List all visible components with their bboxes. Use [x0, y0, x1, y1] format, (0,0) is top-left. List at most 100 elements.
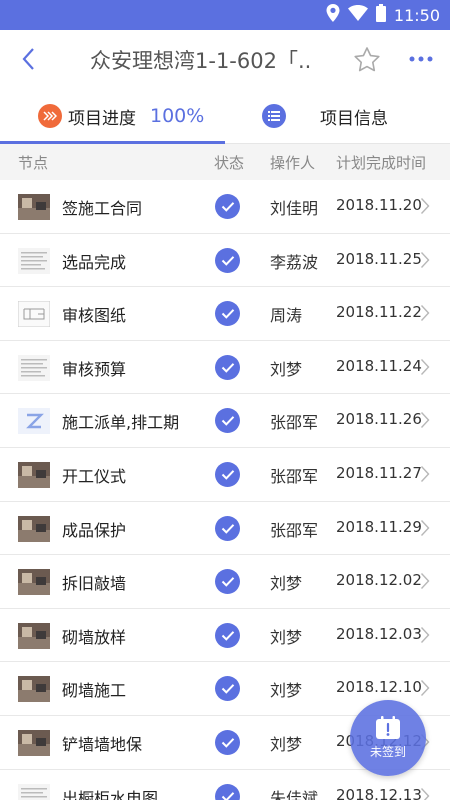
planned-date: 2018.11.25: [336, 249, 422, 268]
node-thumbnail: [18, 247, 50, 274]
planned-date: 2018.12.03: [336, 624, 422, 643]
node-name: 砌墙施工: [62, 681, 127, 701]
check-icon: [215, 515, 240, 541]
operator-name: 朱佳斌: [270, 788, 319, 800]
operator-name: 刘佳明: [270, 199, 319, 218]
progress-percent: 100%: [150, 105, 205, 127]
header-planned-time: 计划完成时间: [336, 154, 427, 172]
planned-date: 2018.11.22: [336, 303, 422, 322]
planned-date: 2018.11.24: [336, 356, 422, 375]
node-name: 开工仪式: [62, 467, 127, 486]
checkin-button[interactable]: 未签到: [350, 700, 426, 776]
planned-date: 2018.12.10: [336, 678, 422, 697]
node-thumbnail: [18, 408, 50, 435]
operator-name: 张邵军: [270, 413, 319, 433]
tab-bar: 项目进度 100% 项目信息: [0, 88, 450, 144]
back-button[interactable]: [10, 42, 46, 76]
table-header: 节点 状态 操作人 计划完成时间: [0, 144, 450, 180]
planned-date: 2018.11.26: [336, 410, 422, 429]
check-icon: [215, 622, 240, 648]
node-thumbnail: [18, 354, 50, 381]
check-icon: [215, 354, 240, 380]
node-name: 铲墙墙地保: [62, 735, 143, 754]
status-icons: 11:50: [326, 4, 440, 26]
node-thumbnail: [18, 301, 50, 328]
node-thumbnail: [18, 462, 50, 488]
node-name: 审核预算: [62, 359, 127, 379]
chevron-right-icon: [420, 572, 432, 592]
header-status: 状态: [214, 154, 245, 172]
planned-date: 2018.11.20: [336, 196, 422, 214]
operator-name: 刘梦: [270, 574, 303, 594]
node-thumbnail: [18, 515, 50, 542]
table-row[interactable]: 砌墙放样 刘梦 2018.12.03: [0, 608, 450, 663]
node-thumbnail: [18, 622, 50, 649]
tab-progress-label: 项目进度: [68, 108, 136, 129]
battery-icon: [375, 4, 386, 26]
node-name: 拆旧敲墙: [62, 574, 127, 594]
check-icon: [215, 569, 240, 595]
check-icon: [215, 301, 240, 327]
operator-name: 刘梦: [270, 627, 303, 647]
progress-arrows-icon: [38, 104, 62, 128]
chevron-right-icon: [420, 251, 432, 271]
table-row[interactable]: 签施工合同 刘佳明 2018.11.20: [0, 180, 450, 234]
title-bar: 众安理想湾1-1-602「..: [0, 30, 450, 88]
tab-progress[interactable]: 项目进度 100%: [38, 88, 238, 144]
calendar-icon: [376, 716, 400, 739]
check-icon: [215, 730, 240, 755]
page-title: 众安理想湾1-1-602「..: [90, 49, 312, 73]
chevron-right-icon: [420, 787, 432, 800]
chevron-right-icon: [420, 626, 432, 646]
node-thumbnail: [18, 569, 50, 596]
node-name: 选品完成: [62, 252, 127, 272]
more-button[interactable]: [402, 42, 440, 76]
node-name: 签施工合同: [62, 199, 143, 218]
node-name: 施工派单,排工期: [62, 413, 180, 433]
back-arrow-icon: [22, 48, 34, 70]
check-icon: [215, 462, 240, 487]
operator-name: 李荔波: [270, 252, 319, 272]
table-row[interactable]: 施工派单,排工期 张邵军 2018.11.26: [0, 394, 450, 448]
table-row[interactable]: 选品完成 李荔波 2018.11.25: [0, 233, 450, 288]
tab-info[interactable]: 项目信息: [262, 88, 442, 144]
operator-name: 张邵军: [270, 467, 319, 486]
table-row[interactable]: 成品保护 张邵军 2018.11.29: [0, 501, 450, 556]
node-thumbnail: [18, 730, 50, 756]
table-row[interactable]: 审核图纸 周涛 2018.11.22: [0, 287, 450, 341]
node-name: 审核图纸: [62, 306, 127, 326]
chevron-right-icon: [420, 358, 432, 378]
check-icon: [215, 247, 240, 273]
star-icon: [354, 46, 380, 71]
header-node: 节点: [18, 154, 49, 172]
node-thumbnail: [18, 676, 50, 703]
list-icon: [262, 104, 286, 128]
chevron-right-icon: [420, 411, 432, 431]
chevron-right-icon: [420, 304, 432, 324]
operator-name: 周涛: [270, 306, 303, 326]
table-row[interactable]: 拆旧敲墙 刘梦 2018.12.02: [0, 555, 450, 609]
location-icon: [326, 4, 340, 26]
planned-date: 2018.12.13: [336, 785, 422, 800]
node-name: 出橱柜水电图: [62, 788, 159, 800]
tab-info-label: 项目信息: [320, 108, 388, 129]
node-name: 砌墙放样: [62, 627, 127, 647]
operator-name: 刘梦: [270, 681, 303, 701]
favorite-button[interactable]: [350, 42, 384, 76]
operator-name: 刘梦: [270, 735, 303, 754]
header-operator: 操作人: [270, 154, 316, 172]
table-row[interactable]: 审核预算 刘梦 2018.11.24: [0, 340, 450, 395]
table-row[interactable]: 开工仪式 张邵军 2018.11.27: [0, 448, 450, 502]
wifi-icon: [347, 5, 368, 25]
more-dots-icon: [409, 56, 433, 62]
status-time: 11:50: [393, 5, 440, 25]
operator-name: 刘梦: [270, 359, 303, 379]
chevron-right-icon: [420, 519, 432, 539]
planned-date: 2018.11.27: [336, 464, 422, 482]
node-thumbnail: [18, 783, 50, 800]
node-name: 成品保护: [62, 520, 127, 540]
chevron-right-icon: [420, 465, 432, 485]
chevron-right-icon: [420, 679, 432, 699]
check-icon: [215, 408, 240, 434]
node-thumbnail: [18, 194, 50, 220]
